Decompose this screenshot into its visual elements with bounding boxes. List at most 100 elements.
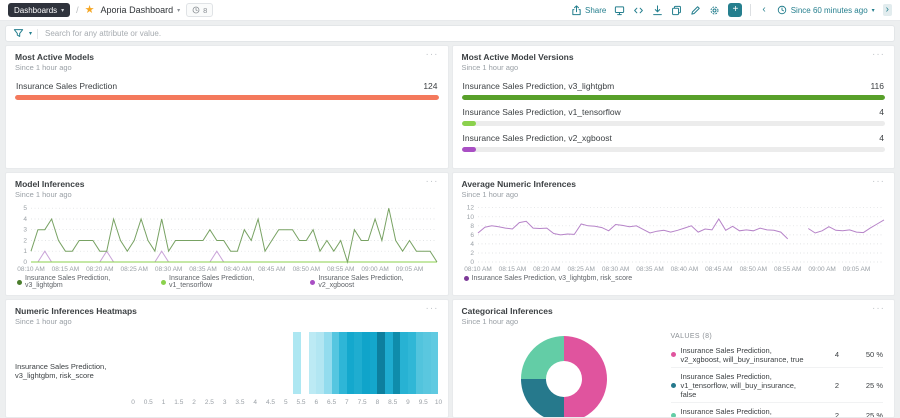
- bar-row: Insurance Sales Prediction, v3_lightgbm 1…: [461, 81, 885, 100]
- dashboard-grid: Most Active Models Since 1 hour ago ··· …: [5, 45, 895, 418]
- bar-fill: [461, 147, 477, 152]
- svg-text:08:10 AM: 08:10 AM: [17, 266, 44, 273]
- bar-label: Insurance Sales Prediction: [16, 81, 118, 91]
- bar-row: Insurance Sales Prediction, v2_xgboost 4: [461, 133, 885, 152]
- heatmap-cell: [308, 332, 317, 394]
- axis-tick-label: 1: [161, 399, 166, 406]
- series-line: [31, 250, 437, 263]
- heatmap-cell: [354, 332, 363, 394]
- download-icon: [653, 4, 663, 15]
- heatmap-cell: [316, 332, 324, 394]
- heatmap-cell: [400, 332, 408, 394]
- chevron-down-icon: ▾: [177, 7, 181, 14]
- axis-tick-label: 9.5: [418, 399, 428, 406]
- panel-menu-button[interactable]: ···: [872, 177, 885, 187]
- value-count: 2: [834, 380, 839, 390]
- panel-menu-button[interactable]: ···: [426, 50, 439, 60]
- heatmap-cell: [407, 332, 416, 394]
- filter-icon[interactable]: [13, 28, 24, 39]
- clock-icon: [777, 5, 786, 15]
- breadcrumb-separator: /: [76, 5, 79, 15]
- dashboard-title[interactable]: Aporia Dashboard ▾: [101, 5, 181, 15]
- legend-item[interactable]: Insurance Sales Prediction, v3_lightgbm: [17, 275, 147, 289]
- bar-label: Insurance Sales Prediction, v2_xgboost: [462, 133, 612, 143]
- heatmap-band: [133, 332, 439, 394]
- most-active-models-bars: Insurance Sales Prediction 124: [15, 81, 439, 100]
- series-line: [30, 208, 438, 264]
- svg-text:08:55 AM: 08:55 AM: [773, 266, 800, 273]
- svg-text:3: 3: [23, 227, 27, 234]
- bar-row: Insurance Sales Prediction, v1_tensorflo…: [461, 107, 885, 126]
- svg-text:09:00 AM: 09:00 AM: [808, 266, 835, 273]
- panel-menu-button[interactable]: ···: [426, 304, 439, 314]
- values-table-row: Insurance Sales Prediction, v1_tensorflo…: [670, 403, 883, 418]
- share-icon: [572, 4, 581, 15]
- axis-tick-label: 9: [406, 399, 410, 406]
- axis-tick-label: 7.5: [357, 399, 367, 406]
- time-range-picker[interactable]: Since 60 minutes ago ▾: [777, 5, 875, 15]
- donut-chart-wrapper: [462, 328, 667, 417]
- embed-code-button[interactable]: [633, 5, 644, 16]
- heatmap-cell: [392, 332, 401, 394]
- present-button[interactable]: [614, 5, 625, 16]
- svg-text:08:35 AM: 08:35 AM: [189, 266, 216, 273]
- axis-tick-label: 2.5: [204, 399, 214, 406]
- search-divider: [37, 28, 39, 39]
- legend-item[interactable]: Insurance Sales Prediction, v3_lightgbm,…: [463, 275, 632, 282]
- axis-tick-label: 8: [375, 399, 380, 406]
- download-button[interactable]: [652, 4, 663, 16]
- panel-numeric-inferences-heatmaps: Numeric Inferences Heatmaps Since 1 hour…: [5, 299, 449, 418]
- svg-text:08:30 AM: 08:30 AM: [155, 266, 182, 273]
- legend-label: Insurance Sales Prediction, v2_xgboost: [318, 275, 404, 289]
- panel-model-inferences: Model Inferences Since 1 hour ago ··· 0 1…: [5, 172, 449, 296]
- add-widget-button[interactable]: +: [728, 3, 743, 17]
- edit-button[interactable]: [690, 5, 701, 16]
- bar-label: Insurance Sales Prediction, v3_lightgbm: [462, 81, 615, 91]
- time-prev-button[interactable]: ‹: [759, 4, 768, 16]
- panel-title: Numeric Inferences Heatmaps: [15, 306, 137, 316]
- heatmap-cell: [430, 332, 439, 394]
- panel-subtitle: Since 1 hour ago: [461, 317, 519, 326]
- panel-menu-button[interactable]: ···: [426, 177, 439, 187]
- value-count: 2: [834, 411, 839, 418]
- share-button[interactable]: Share: [571, 4, 606, 16]
- time-next-button[interactable]: ›: [882, 4, 892, 16]
- average-numeric-inferences-legend: Insurance Sales Prediction, v3_lightgbm,…: [462, 275, 886, 282]
- svg-text:08:55 AM: 08:55 AM: [327, 266, 354, 273]
- legend-dot-icon: [670, 382, 676, 388]
- filter-chevron-icon[interactable]: ▾: [29, 30, 32, 37]
- panel-menu-button[interactable]: ···: [872, 50, 885, 60]
- axis-tick-label: 5: [283, 399, 288, 406]
- value-label: Insurance Sales Prediction, v1_tensorflo…: [680, 371, 796, 399]
- duplicate-button[interactable]: [671, 5, 682, 16]
- dashboards-menu-button[interactable]: Dashboards ▾: [8, 3, 71, 17]
- svg-text:08:45 AM: 08:45 AM: [705, 266, 732, 273]
- heatmap-x-axis: 0 0.5 1 1.5 2 2.5 3 3.5 4 4.5 5 5.5 6 6.5 7 7.5 8 8.5 9 9.5…: [131, 399, 442, 409]
- axis-tick-label: 1.5: [174, 399, 184, 406]
- series-line: [477, 218, 884, 240]
- heatmap-cell: [339, 332, 347, 394]
- breadcrumb: Dashboards ▾ / ★ Aporia Dashboard ▾ 8: [8, 3, 214, 17]
- settings-button[interactable]: [709, 5, 720, 16]
- panel-subtitle: Since 1 hour ago: [461, 190, 519, 199]
- axis-tick-label: 0: [131, 399, 135, 406]
- svg-text:1: 1: [23, 248, 27, 255]
- svg-text:5: 5: [23, 205, 27, 212]
- legend-label: Insurance Sales Prediction, v1_tensorflo…: [169, 275, 255, 289]
- svg-text:8: 8: [470, 223, 474, 230]
- values-table: VALUES (8) Insurance Sales Prediction, v…: [667, 328, 886, 418]
- heatmap-cell: [293, 332, 301, 394]
- legend-item[interactable]: Insurance Sales Prediction, v1_tensorflo…: [161, 275, 296, 289]
- svg-text:08:40 AM: 08:40 AM: [670, 266, 697, 273]
- search-input[interactable]: [43, 28, 887, 39]
- svg-text:08:15 AM: 08:15 AM: [498, 266, 525, 273]
- favorite-star-icon[interactable]: ★: [85, 4, 95, 16]
- panel-menu-button[interactable]: ···: [872, 304, 885, 314]
- time-range-label: Since 60 minutes ago: [790, 5, 868, 15]
- donut-chart[interactable]: [521, 335, 607, 417]
- svg-text:08:25 AM: 08:25 AM: [120, 266, 147, 273]
- legend-item[interactable]: Insurance Sales Prediction, v2_xgboost: [310, 275, 438, 289]
- panel-title: Most Active Model Versions: [461, 52, 574, 62]
- heatmap-cell: [377, 332, 386, 394]
- bar-fill: [461, 95, 885, 100]
